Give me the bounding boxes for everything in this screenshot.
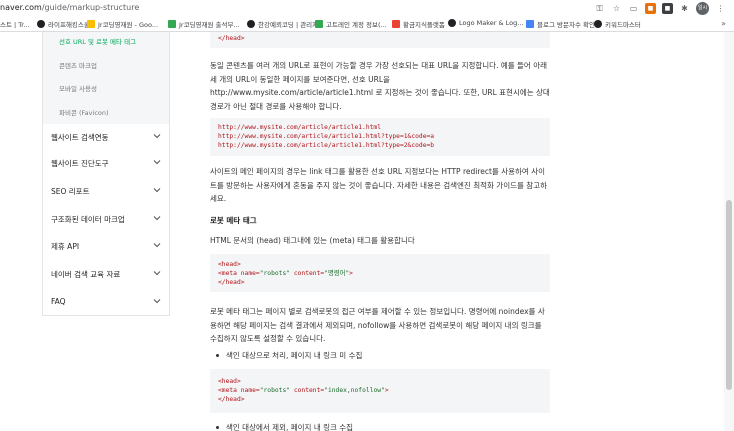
sidebar-subitem-mobile-usability[interactable]: 모바일 사용성 xyxy=(59,83,97,93)
bookmark-favicon-icon xyxy=(315,20,323,28)
url-host: naver.com xyxy=(0,3,42,12)
puzzle-icon[interactable]: ✱ xyxy=(679,3,690,14)
bookmark-item[interactable]: 한강예뢰코딩 | 관리자 xyxy=(247,19,318,29)
key-icon[interactable]: ⚿ xyxy=(594,3,605,14)
browser-toolbar-icons: ⚿ ☆ ▭ ■ ■ ✱ 일시중 ⋮ xyxy=(594,2,726,24)
bookmark-favicon-icon xyxy=(448,19,456,27)
bookmark-item[interactable]: 키워드마스터 xyxy=(594,19,641,29)
bookmark-item[interactable]: 라이프해킹스쿨 xyxy=(37,19,90,29)
bookmark-favicon-icon xyxy=(392,20,400,28)
page-scrollbar[interactable] xyxy=(724,32,734,431)
code-line: </head> xyxy=(218,279,245,286)
sidebar-item-structured-data[interactable]: 구조화된 데이터 마크업 xyxy=(51,214,161,225)
bookmark-favicon-icon xyxy=(526,20,534,28)
code-line: </head> xyxy=(218,396,245,403)
bookmark-item[interactable]: Jr코딩영재원 - Goo... xyxy=(87,19,158,29)
code-line: </head> xyxy=(218,35,245,42)
code-line: <meta name="robots" content="index,nofol… xyxy=(218,387,389,394)
chevron-down-icon xyxy=(153,134,161,139)
bookmark-favicon-icon xyxy=(87,20,95,28)
bullet-index-nofollow: 색인 대상으로 처리, 페이지 내 링크 미 수집 xyxy=(210,350,362,361)
code-line: http://www.mysite.com/article/article1.h… xyxy=(218,133,435,140)
bullet-noindex-follow: 색인 대상에서 제외, 페이지 내 링크 수집 xyxy=(210,422,353,431)
sidebar-item-diagnostics[interactable]: 웹사이트 진단도구 xyxy=(51,158,161,169)
sidebar-subitem-favicon[interactable]: 파비콘 (Favicon) xyxy=(59,107,109,117)
cast-icon[interactable]: ▭ xyxy=(628,3,639,14)
chevron-down-icon xyxy=(153,243,161,248)
paragraph-canonical-url: 동일 콘텐츠를 여러 개의 URL로 표현이 가능할 경우 가장 선호되는 대표… xyxy=(210,61,550,111)
url-text[interactable]: naver.com/guide/markup-structure xyxy=(0,3,139,12)
sidebar-item-site-integration[interactable]: 웹사이트 검색연동 xyxy=(51,132,161,143)
sidebar-subitem-canonical-url[interactable]: 선호 URL 및 로봇 메타 태그 xyxy=(59,36,136,46)
bookmark-item[interactable]: 황금지식플랫폼 xyxy=(392,19,445,29)
bookmark-favicon-icon xyxy=(247,20,255,28)
paragraph-robots-meta-description: 로봇 메타 태그는 페이지 별로 검색로봇의 접근 여부를 제어할 수 있는 정… xyxy=(210,307,545,343)
code-line: http://www.mysite.com/article/article1.h… xyxy=(218,124,382,131)
bookmark-item[interactable]: Logo Maker & Log... xyxy=(448,19,523,27)
code-block-robots-meta: <head> <meta name="robots" content="명령어"… xyxy=(210,254,550,292)
code-block-urls: http://www.mysite.com/article/article1.h… xyxy=(210,118,550,156)
bookmark-favicon-icon xyxy=(594,20,602,28)
code-block-head-end: </head> xyxy=(210,32,550,48)
bookmark-item[interactable]: 블로그 방문자수 확인 xyxy=(526,19,595,29)
url-path: /guide/markup-structure xyxy=(41,3,140,12)
code-line: <head> xyxy=(218,378,241,385)
extension-orange-icon[interactable]: ■ xyxy=(645,3,656,14)
code-block-index-nofollow: <head> <meta name="robots" content="inde… xyxy=(210,369,550,413)
bookmark-favicon-icon xyxy=(37,20,45,28)
star-icon[interactable]: ☆ xyxy=(611,3,622,14)
bookmark-favicon-icon xyxy=(168,20,176,28)
code-line: <meta name="robots" content="명령어"> xyxy=(218,270,353,277)
bookmark-item[interactable]: 스트 | Tr... xyxy=(0,19,30,29)
sidebar-item-partner-api[interactable]: 제휴 API xyxy=(51,241,161,252)
paragraph-main-page-redirect: 사이트의 메인 페이지의 경우는 link 태그를 활용한 선호 URL 지정보… xyxy=(210,167,547,203)
sidebar-subitem-content-markup[interactable]: 콘텐츠 마크업 xyxy=(59,60,97,70)
sidebar-item-seo-report[interactable]: SEO 리포트 xyxy=(51,186,161,197)
sidebar-item-education[interactable]: 네이버 검색 교육 자료 xyxy=(51,269,161,280)
sidebar-item-faq[interactable]: FAQ xyxy=(51,297,161,306)
code-line: <head> xyxy=(218,261,241,268)
extension-dark-icon[interactable]: ■ xyxy=(662,3,673,14)
chevron-down-icon xyxy=(153,188,161,193)
bookmark-item[interactable]: 고트레인 계정 정보(... xyxy=(315,19,387,29)
section-title-robots-meta: 로봇 메타 태그 xyxy=(210,216,257,225)
chevron-down-icon xyxy=(153,299,161,304)
chevron-down-icon xyxy=(153,271,161,276)
bookmarks-bar: 스트 | Tr... 라이프해킹스쿨 Jr코딩영재원 - Goo... Jr코딩… xyxy=(0,17,734,32)
bookmarks-overflow-icon[interactable]: » xyxy=(721,19,726,28)
scrollbar-thumb[interactable] xyxy=(726,200,732,390)
profile-avatar[interactable]: 일시중 xyxy=(696,2,709,24)
chevron-down-icon xyxy=(153,216,161,221)
sidebar-submenu: 선호 URL 및 로봇 메타 태그 콘텐츠 마크업 모바일 사용성 파비콘 (F… xyxy=(43,32,169,124)
code-line: http://www.mysite.com/article/article1.h… xyxy=(218,142,435,149)
kebab-menu-icon[interactable]: ⋮ xyxy=(715,3,726,14)
paragraph-meta-usage: HTML 문서의 (head) 태그내에 있는 (meta) 태그를 활용합니다 xyxy=(210,236,415,245)
address-bar[interactable]: naver.com/guide/markup-structure ⚿ ☆ ▭ ■… xyxy=(0,0,734,24)
chevron-down-icon xyxy=(153,160,161,165)
bookmark-item[interactable]: Jr코딩영재원 출석부... xyxy=(168,19,240,29)
guide-sidebar: 선호 URL 및 로봇 메타 태그 콘텐츠 마크업 모바일 사용성 파비콘 (F… xyxy=(42,32,170,316)
